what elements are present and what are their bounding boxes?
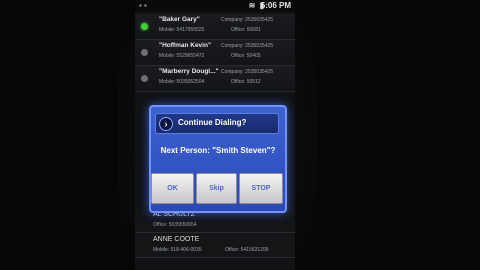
contact-name: ANNE COOTE <box>153 236 200 243</box>
contact-name: "Marberry Dougl..." <box>159 68 219 75</box>
contact-company: Company: 2535035425 <box>221 69 273 75</box>
contact-office: Office: 50512 <box>231 79 261 85</box>
contact-row[interactable]: "Baker Gary" Company: 2535035425 Mobile:… <box>135 14 295 40</box>
dialog-title: Continue Dialing? <box>178 118 247 127</box>
contact-list: "Baker Gary" Company: 2535035425 Mobile:… <box>135 14 295 92</box>
stop-button[interactable]: STOP <box>239 173 283 204</box>
status-dot-icon <box>141 75 148 82</box>
contact-office: Office: 50405 <box>231 53 261 59</box>
contact-row[interactable]: "Hoffman Kevin" Company: 2535035425 Mobi… <box>135 40 295 66</box>
skip-button[interactable]: Skip <box>196 173 237 204</box>
contact-row[interactable]: "Marberry Dougl..." Company: 2535035425 … <box>135 66 295 92</box>
contact-list-lower: AL SCHULTZ Office: 5035550654 ANNE COOTE… <box>135 208 295 258</box>
contact-office: Office: 5415631299 <box>225 247 269 253</box>
notification-icons: ▪ ▪ <box>139 1 147 10</box>
contact-office: Office: 5035550654 <box>153 222 197 228</box>
clock: 5:06 PM <box>260 1 291 10</box>
dialog-message: Next Person: "Smith Steven"? <box>160 146 276 155</box>
dialog-header: › Continue Dialing? <box>155 113 279 134</box>
contact-mobile: Mobile: 5529655472 <box>159 53 205 59</box>
continue-dialing-dialog: › Continue Dialing? Next Person: "Smith … <box>149 105 287 213</box>
contact-company: Company: 2535035425 <box>221 43 273 49</box>
contact-mobile: Mobile: 5035052504 <box>159 79 205 85</box>
contact-row[interactable]: ANNE COOTE Mobile: 518-406-0035 Office: … <box>135 233 295 258</box>
contact-mobile: Mobile: 5417955525 <box>159 27 205 33</box>
contact-mobile: Mobile: 518-406-0035 <box>153 247 202 253</box>
contact-company: Company: 2535035425 <box>221 17 273 23</box>
status-dot-icon <box>141 49 148 56</box>
status-bar: ▪ ▪ ≋ ▮ 5:06 PM <box>135 0 295 12</box>
contact-name: "Hoffman Kevin" <box>159 42 212 49</box>
status-dot-icon <box>141 23 148 30</box>
contact-office: Office: 50681 <box>231 27 261 33</box>
contact-name: "Baker Gary" <box>159 16 200 23</box>
ok-button[interactable]: OK <box>151 173 194 204</box>
chevron-right-icon: › <box>159 117 173 131</box>
